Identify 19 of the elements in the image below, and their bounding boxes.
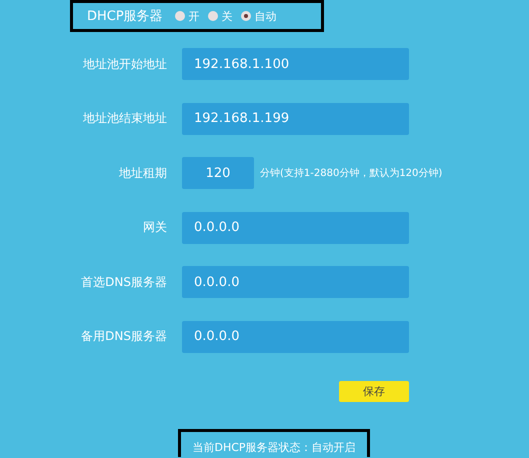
- input-field[interactable]: 192.168.1.199: [182, 102, 409, 134]
- dhcp-label: DHCP服务器: [87, 8, 163, 25]
- input-field[interactable]: 0.0.0.0: [182, 266, 409, 298]
- field-label: 首选DNS服务器: [80, 274, 167, 290]
- radio-option[interactable]: 开: [174, 8, 200, 24]
- input-field[interactable]: 120: [182, 157, 254, 189]
- radio-option[interactable]: 关: [208, 8, 233, 24]
- save-button[interactable]: 保存: [339, 380, 409, 402]
- field-label: 网关: [142, 219, 167, 236]
- field-label: 备用DNS服务器: [80, 328, 167, 345]
- input-field[interactable]: 192.168.1.100: [182, 48, 409, 80]
- field-label: 地址租期: [118, 164, 167, 182]
- radio-option[interactable]: 自动: [240, 8, 277, 24]
- input-field[interactable]: 0.0.0.0: [182, 320, 409, 352]
- field-label: 地址池开始地址: [82, 56, 167, 72]
- hint-text: 分钟(支持1-2880分钟，默认为120分钟): [260, 166, 442, 180]
- field-label: 地址池结束地址: [82, 110, 167, 127]
- status-text: 当前DHCP服务器状态：自动开启: [178, 428, 370, 456]
- input-field[interactable]: 0.0.0.0: [182, 212, 409, 244]
